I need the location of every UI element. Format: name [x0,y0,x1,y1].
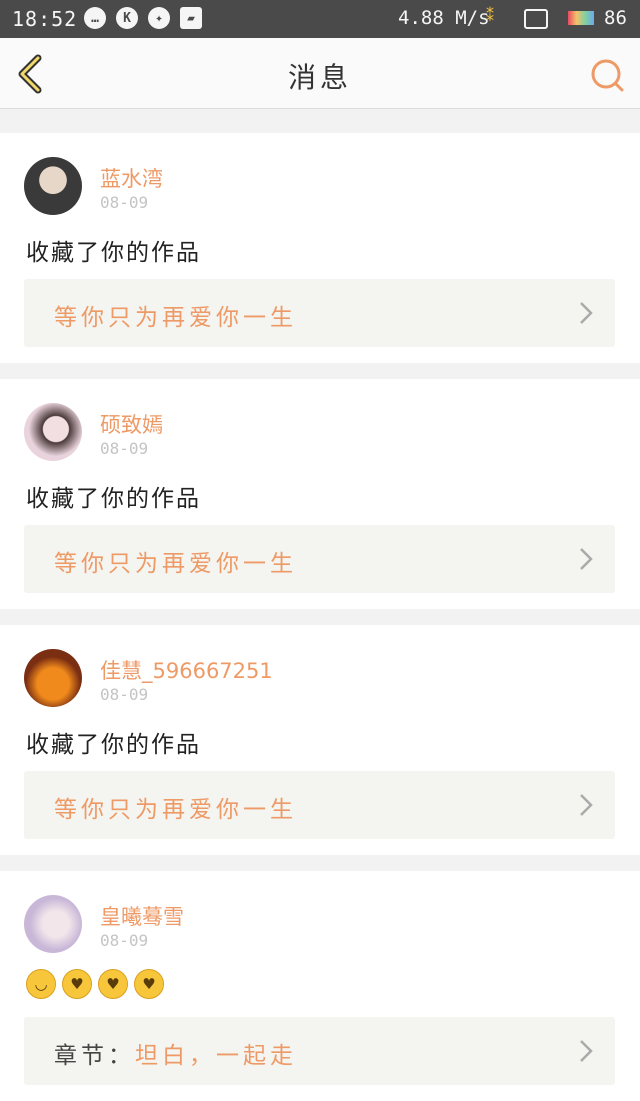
username[interactable]: 皇曦蓦雪 [100,901,184,931]
username[interactable]: 硕致嫣 [100,409,163,439]
chevron-right-icon [580,1040,593,1062]
battery-level: 86 [604,7,627,29]
page-title: 消息 [287,61,352,94]
search-icon[interactable] [588,56,626,94]
chat-icon: … [84,7,106,29]
screen-icon [524,9,548,29]
work-title: 等你只为再爱你一生 [54,551,297,577]
message-date: 08-09 [100,931,149,950]
message-card: 佳慧_596667251 08-09 收藏了你的作品 等你只为再爱你一生 [0,625,640,855]
message-text: 收藏了你的作品 [26,240,201,266]
work-title: 等你只为再爱你一生 [54,797,297,823]
image-icon: ▰ [180,7,202,29]
work-link[interactable]: 等你只为再爱你一生 [24,525,615,593]
message-text: 收藏了你的作品 [26,486,201,512]
aperture-icon: ✦ [148,7,170,29]
avatar[interactable] [24,403,82,461]
chevron-right-icon [580,302,593,324]
work-link[interactable]: 等你只为再爱你一生 [24,279,615,347]
network-activity-icon: ⁑ [486,6,494,25]
notification-icons: … K ✦ ▰ [84,7,202,29]
kissing-heart-icon: ♥ [98,969,128,999]
message-date: 08-09 [100,439,149,458]
username[interactable]: 佳慧_596667251 [100,655,273,685]
message-card: 蓝水湾 08-09 收藏了你的作品 等你只为再爱你一生 [0,133,640,363]
chapter-name: 坦白，一起走 [135,1043,297,1069]
username[interactable]: 蓝水湾 [100,163,163,193]
battery-icon [568,11,594,25]
message-date: 08-09 [100,685,149,704]
kissing-heart-icon: ♥ [134,969,164,999]
kissing-heart-icon: ♥ [62,969,92,999]
work-title: 等你只为再爱你一生 [54,305,297,331]
message-date: 08-09 [100,193,149,212]
avatar[interactable] [24,157,82,215]
k-icon: K [116,7,138,29]
chapter-title: 章节：坦白，一起走 [54,1036,297,1070]
avatar[interactable] [24,895,82,953]
status-bar: 18:52 … K ✦ ▰ 4.88 M/s ⁑ 86 [0,0,640,38]
emoji-row: ◡ ♥ ♥ ♥ [26,969,164,999]
app-bar: 消息 [0,38,640,109]
message-card: 硕致嫣 08-09 收藏了你的作品 等你只为再爱你一生 [0,379,640,609]
chapter-link[interactable]: 章节：坦白，一起走 [24,1017,615,1085]
grinning-face-icon: ◡ [26,969,56,999]
message-text: 收藏了你的作品 [26,732,201,758]
work-link[interactable]: 等你只为再爱你一生 [24,771,615,839]
status-time: 18:52 [12,7,78,31]
chevron-right-icon [580,794,593,816]
message-list: 蓝水湾 08-09 收藏了你的作品 等你只为再爱你一生 硕致嫣 08-09 收藏… [0,117,640,1101]
chevron-right-icon [580,548,593,570]
avatar[interactable] [24,649,82,707]
chapter-prefix: 章节： [54,1043,135,1069]
net-speed: 4.88 M/s [398,7,490,29]
